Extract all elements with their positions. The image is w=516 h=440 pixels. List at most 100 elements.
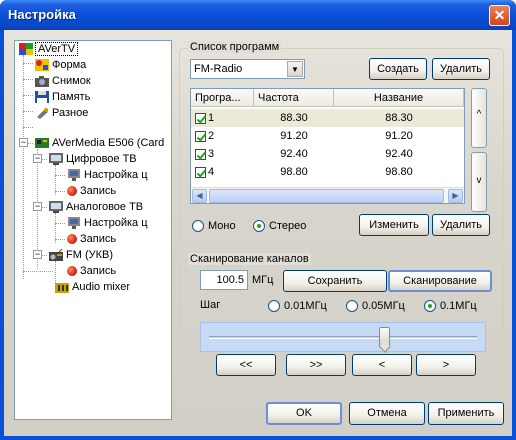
row-number: 4 [208,166,215,178]
slider-thumb[interactable] [378,327,390,347]
tree-item-digital-record[interactable]: Запись [67,183,116,199]
seek-back-fast-button[interactable]: << [216,354,276,376]
tree-item-audio-mixer[interactable]: Audio mixer [55,279,130,295]
step-radio-0-01[interactable]: 0.01МГц [268,298,327,314]
monitor-icon [67,169,81,182]
row-name: 91.20 [385,130,413,142]
expander-analog-tv[interactable]: − [33,202,42,211]
source-select[interactable]: FM-Radio ▼ [190,59,305,79]
close-button[interactable]: ✕ [489,5,510,26]
program-list[interactable]: Програ... Частота Название 1 88.30 88.30… [190,88,465,204]
row-name: 92.40 [385,148,413,160]
tree-item-label: Настройка ц [84,217,148,230]
expander-fm[interactable]: − [33,250,42,259]
horizontal-scrollbar[interactable]: ◀ ▶ [191,187,464,203]
create-button[interactable]: Создать [369,58,427,80]
tree-item-label: Запись [80,185,117,198]
avertv-logo-icon [19,43,33,56]
scan-button[interactable]: Сканирование [388,270,492,292]
record-icon [67,186,77,197]
settings-tree[interactable]: AVerTV Форма Снимок Память Разное − AVer… [14,40,172,420]
row-frequency: 88.30 [280,112,308,124]
tree-item-analog-tv[interactable]: Аналоговое ТВ [49,199,143,215]
apply-button[interactable]: Применить [428,402,504,425]
move-up-button[interactable]: ^ [471,88,487,148]
radio-icon [49,248,63,262]
move-down-button[interactable]: v [471,152,487,212]
tree-item-label: Запись [80,233,117,246]
radio-circle[interactable] [346,300,358,313]
row-checkbox[interactable] [195,130,206,142]
radio-circle[interactable] [268,300,280,313]
tree-item-digital-tv[interactable]: Цифровое ТВ [49,151,137,167]
radio-circle[interactable] [192,220,204,233]
save-button[interactable]: Сохранить [283,270,387,292]
table-row[interactable]: 1 88.30 88.30 [191,109,464,127]
tree-item-label: Audio mixer [72,281,131,294]
row-checkbox[interactable] [195,148,206,160]
source-select-value: FM-Radio [194,63,243,75]
tv-icon [49,201,63,214]
tv-icon [49,153,63,166]
scroll-left-icon[interactable]: ◀ [192,189,207,203]
tree-item-avertv[interactable]: AVerTV [19,41,79,57]
record-icon [67,266,77,277]
row-frequency: 98.80 [280,166,308,178]
column-header-frequency[interactable]: Частота [254,89,334,107]
step-option-label: 0.01МГц [284,300,327,312]
frequency-input[interactable]: 100.5 [200,270,248,290]
tree-item-card[interactable]: AVerMedia E506 (Card [35,135,164,151]
delete-channel-button[interactable]: Удалить [432,58,490,80]
tree-item-memory[interactable]: Память [35,89,90,105]
radio-circle[interactable] [253,220,265,233]
tree-item-analog-record[interactable]: Запись [67,231,116,247]
table-row[interactable]: 4 98.80 98.80 [191,163,464,181]
scan-group-title: Сканирование каналов [188,253,311,265]
column-header-program[interactable]: Програ... [191,89,254,107]
mono-radio[interactable]: Моно [192,218,236,234]
mono-label: Моно [208,220,236,232]
table-row[interactable]: 3 92.40 92.40 [191,145,464,163]
tree-item-label: Разное [52,107,89,120]
expander-card[interactable]: − [19,138,28,147]
form-icon [35,59,49,72]
row-checkbox[interactable] [195,112,206,124]
row-frequency: 92.40 [280,148,308,160]
column-header-name[interactable]: Название [334,89,464,107]
tree-item-fm[interactable]: FM (УКВ) [49,247,113,263]
step-radio-0-1[interactable]: 0.1МГц [424,298,477,314]
tree-item-label: AVerTV [34,42,79,57]
tree-item-fm-record[interactable]: Запись [67,263,116,279]
step-radio-0-05[interactable]: 0.05МГц [346,298,405,314]
tree-item-digital-tune[interactable]: Настройка ц [67,167,148,183]
frequency-slider[interactable] [200,322,486,352]
expander-digital-tv[interactable]: − [33,154,42,163]
tree-item-misc[interactable]: Разное [35,105,88,121]
scroll-thumb[interactable] [209,189,444,203]
radio-circle[interactable] [424,300,436,313]
stereo-label: Стерео [269,220,307,232]
seek-forward-fast-button[interactable]: >> [286,354,346,376]
cancel-button[interactable]: Отмена [349,402,425,425]
slider-track[interactable] [209,336,477,339]
seek-back-button[interactable]: < [352,354,412,376]
tree-item-analog-tune[interactable]: Настройка ц [67,215,148,231]
row-number: 3 [208,148,215,160]
row-number: 1 [208,112,215,124]
scroll-right-icon[interactable]: ▶ [448,189,463,203]
chevron-down-icon[interactable]: ▼ [287,61,303,77]
ok-button[interactable]: OK [266,402,342,425]
stereo-radio[interactable]: Стерео [253,218,306,234]
delete-button[interactable]: Удалить [432,214,490,236]
window-frame-right [512,30,516,440]
tree-item-snapshot[interactable]: Снимок [35,73,91,89]
window-frame-bottom [0,436,516,440]
tree-item-form[interactable]: Форма [35,57,86,73]
title-bar[interactable]: Настройка ✕ [0,0,516,30]
table-row[interactable]: 2 91.20 91.20 [191,127,464,145]
seek-forward-button[interactable]: > [416,354,476,376]
tree-item-label: Запись [80,265,117,278]
row-checkbox[interactable] [195,166,206,178]
edit-button[interactable]: Изменить [359,214,429,236]
row-name: 88.30 [385,112,413,124]
